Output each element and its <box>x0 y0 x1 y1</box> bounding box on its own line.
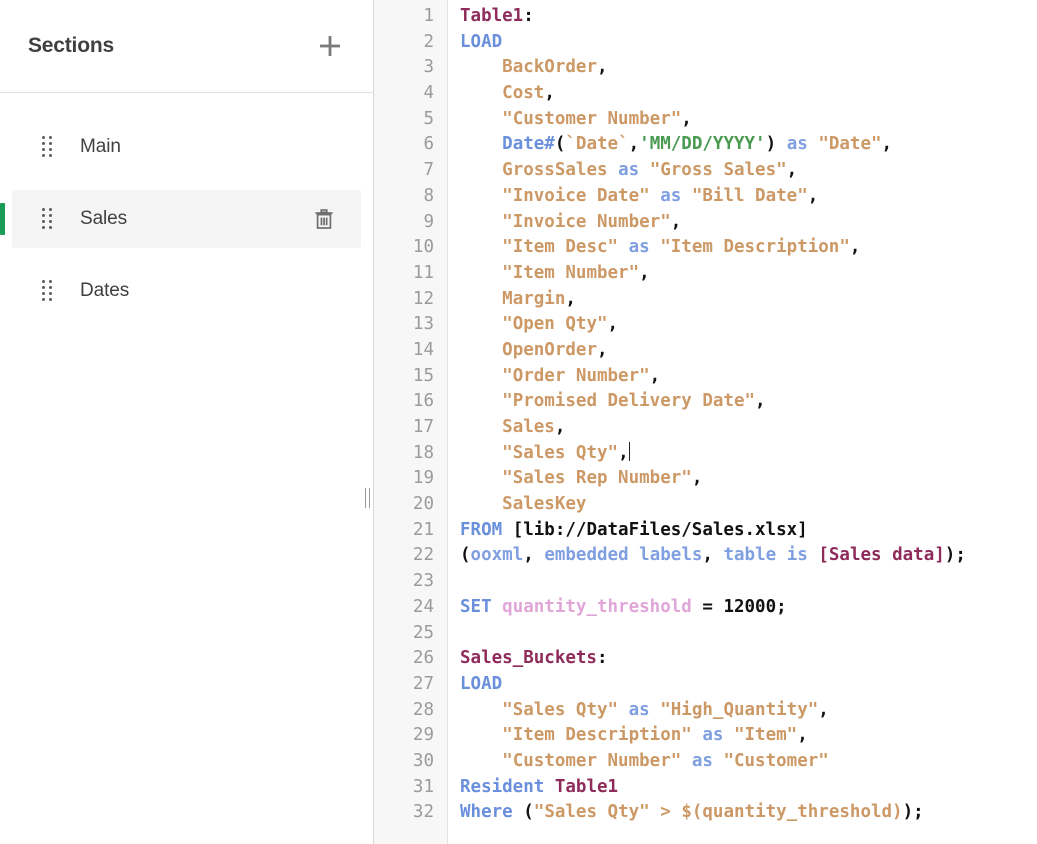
code-line[interactable]: Resident Table1 <box>460 775 1037 801</box>
code-line[interactable]: (ooxml, embedded labels, table is [Sales… <box>460 543 1037 569</box>
sidebar-item-label: Main <box>80 136 339 158</box>
delete-section-button[interactable] <box>309 204 339 234</box>
code-line[interactable] <box>460 621 1037 647</box>
line-number: 26 <box>374 646 434 672</box>
code-line[interactable]: Where ("Sales Qty" > $(quantity_threshol… <box>460 800 1037 826</box>
line-number: 10 <box>374 235 434 261</box>
line-number: 21 <box>374 518 434 544</box>
line-number: 23 <box>374 569 434 595</box>
code-line[interactable]: SET quantity_threshold = 12000; <box>460 595 1037 621</box>
code-line[interactable]: "Sales Qty" as "High_Quantity", <box>460 698 1037 724</box>
code-line[interactable]: "Promised Delivery Date", <box>460 389 1037 415</box>
drag-handle-icon[interactable] <box>42 280 58 302</box>
line-number: 2 <box>374 30 434 56</box>
line-number: 22 <box>374 543 434 569</box>
code-line[interactable]: "Invoice Date" as "Bill Date", <box>460 184 1037 210</box>
line-number: 17 <box>374 415 434 441</box>
line-number: 32 <box>374 800 434 826</box>
line-number: 30 <box>374 749 434 775</box>
script-editor-window: Sections Main <box>0 0 1037 844</box>
code-line[interactable]: "Sales Qty", <box>460 441 1037 467</box>
code-line[interactable]: Table1: <box>460 4 1037 30</box>
code-line[interactable]: SalesKey <box>460 492 1037 518</box>
line-number: 19 <box>374 466 434 492</box>
code-line[interactable]: GrossSales as "Gross Sales", <box>460 158 1037 184</box>
line-number: 20 <box>374 492 434 518</box>
line-number: 16 <box>374 389 434 415</box>
drag-handle-icon[interactable] <box>42 208 58 230</box>
code-content[interactable]: Table1:LOAD BackOrder, Cost, "Customer N… <box>448 0 1037 844</box>
trash-icon <box>313 208 335 230</box>
line-number: 11 <box>374 261 434 287</box>
selected-accent-bar <box>0 203 5 235</box>
sidebar-item-label: Dates <box>80 280 339 302</box>
line-number: 12 <box>374 287 434 313</box>
sidebar-item-label: Sales <box>80 208 309 230</box>
text-cursor <box>629 442 630 461</box>
line-number: 9 <box>374 210 434 236</box>
line-number: 29 <box>374 723 434 749</box>
code-line[interactable]: FROM [lib://DataFiles/Sales.xlsx] <box>460 518 1037 544</box>
drag-handle-icon[interactable] <box>42 136 58 158</box>
sidebar-header: Sections <box>0 0 373 93</box>
code-line[interactable]: Date#(`Date`,'MM/DD/YYYY') as "Date", <box>460 132 1037 158</box>
line-number: 27 <box>374 672 434 698</box>
code-line[interactable]: LOAD <box>460 672 1037 698</box>
code-line[interactable]: BackOrder, <box>460 55 1037 81</box>
code-line[interactable]: "Order Number", <box>460 364 1037 390</box>
code-line[interactable]: LOAD <box>460 30 1037 56</box>
code-line[interactable] <box>460 569 1037 595</box>
line-number-gutter: 1234567891011121314151617181920212223242… <box>374 0 448 844</box>
line-number: 31 <box>374 775 434 801</box>
sidebar-item-sales[interactable]: Sales <box>12 190 361 248</box>
line-number: 18 <box>374 441 434 467</box>
plus-icon <box>317 33 343 59</box>
line-number: 8 <box>374 184 434 210</box>
sidebar-item-dates[interactable]: Dates <box>12 262 361 320</box>
code-line[interactable]: Cost, <box>460 81 1037 107</box>
sections-list: Main Sales <box>0 93 373 320</box>
code-line[interactable]: "Open Qty", <box>460 312 1037 338</box>
page-title: Sections <box>28 34 114 58</box>
panel-resize-handle[interactable] <box>361 487 373 509</box>
code-line[interactable]: "Item Number", <box>460 261 1037 287</box>
line-number: 25 <box>374 621 434 647</box>
sections-sidebar: Sections Main <box>0 0 374 844</box>
line-number: 15 <box>374 364 434 390</box>
line-number: 7 <box>374 158 434 184</box>
line-number: 6 <box>374 132 434 158</box>
line-number: 28 <box>374 698 434 724</box>
code-line[interactable]: "Item Desc" as "Item Description", <box>460 235 1037 261</box>
line-number: 1 <box>374 4 434 30</box>
line-number: 3 <box>374 55 434 81</box>
code-line[interactable]: OpenOrder, <box>460 338 1037 364</box>
line-number: 14 <box>374 338 434 364</box>
code-line[interactable]: "Invoice Number", <box>460 210 1037 236</box>
code-line[interactable]: "Sales Rep Number", <box>460 466 1037 492</box>
add-section-button[interactable] <box>313 29 347 63</box>
code-line[interactable]: Sales_Buckets: <box>460 646 1037 672</box>
code-line[interactable]: "Customer Number" as "Customer" <box>460 749 1037 775</box>
code-line[interactable]: "Customer Number", <box>460 107 1037 133</box>
line-number: 24 <box>374 595 434 621</box>
code-editor[interactable]: 1234567891011121314151617181920212223242… <box>374 0 1037 844</box>
code-line[interactable]: Margin, <box>460 287 1037 313</box>
code-line[interactable]: "Item Description" as "Item", <box>460 723 1037 749</box>
sidebar-item-main[interactable]: Main <box>12 118 361 176</box>
line-number: 5 <box>374 107 434 133</box>
code-line[interactable]: Sales, <box>460 415 1037 441</box>
line-number: 4 <box>374 81 434 107</box>
line-number: 13 <box>374 312 434 338</box>
